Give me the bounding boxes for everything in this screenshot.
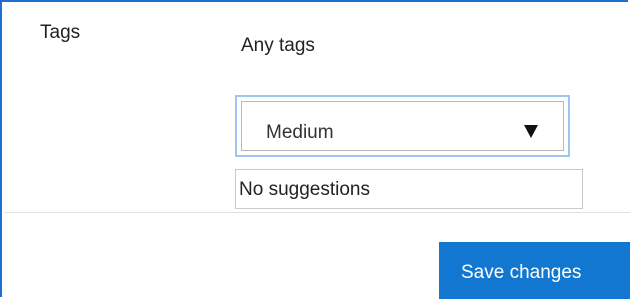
tag-select-dropdown[interactable]: Medium — [235, 95, 570, 157]
triangle-down-icon — [524, 125, 538, 138]
any-tags-text: Any tags — [241, 35, 315, 56]
suggestions-box: No suggestions — [235, 169, 583, 209]
save-button-label: Save changes — [461, 262, 582, 283]
tags-label: Tags — [40, 22, 81, 43]
select-box[interactable]: Medium — [241, 101, 564, 151]
save-changes-button[interactable]: Save changes — [439, 242, 630, 299]
select-selected-value: Medium — [266, 122, 334, 143]
form-panel: Tags Any tags Medium No suggestions Save… — [0, 0, 630, 299]
divider — [4, 212, 630, 213]
